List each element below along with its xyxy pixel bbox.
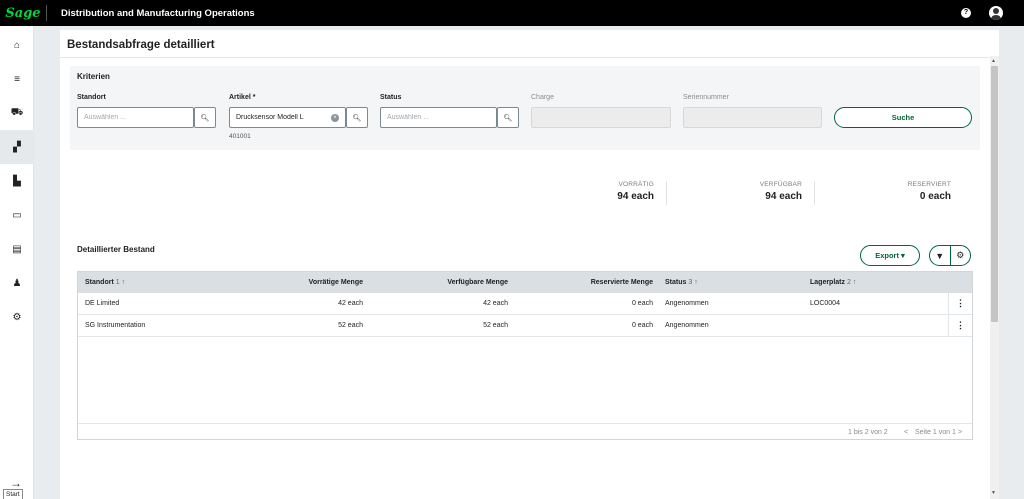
help-icon[interactable]: ? xyxy=(961,8,971,18)
stat-vorraetig: VORRÄTIG 94 each xyxy=(590,181,654,202)
column-header-reservierte-menge[interactable]: Reservierte Menge xyxy=(553,272,653,293)
stat-label: VERFÜGBAR xyxy=(759,181,802,188)
page-title: Bestandsabfrage detailliert xyxy=(67,39,215,51)
table-row[interactable]: SG Instrumentation 52 each 52 each 0 eac… xyxy=(78,315,972,337)
column-header-status[interactable]: Status 3 ↑ xyxy=(665,272,698,293)
start-tooltip: Start xyxy=(3,489,23,499)
chevron-left-icon[interactable]: < xyxy=(904,424,908,441)
charge-input xyxy=(531,107,671,128)
table-footer: 1 bis 2 von 2 < Seite 1 von 1 > xyxy=(78,423,972,440)
row-menu-icon[interactable]: ⋮ xyxy=(948,293,972,314)
lookup-icon: 🔍︎ xyxy=(352,114,362,122)
stat-value: 94 each xyxy=(617,191,654,202)
export-button[interactable]: Export ▾ xyxy=(860,245,920,266)
stat-divider xyxy=(666,181,667,205)
column-header-verfuegbare-menge[interactable]: Verfügbare Menge xyxy=(408,272,508,293)
stat-reserviert: RESERVIERT 0 each xyxy=(890,181,951,202)
cell-verfuegbar: 42 each xyxy=(483,300,508,307)
stat-value: 0 each xyxy=(919,191,951,202)
lookup-icon: 🔍︎ xyxy=(503,114,513,122)
status-field-wrap xyxy=(380,107,497,128)
cart-icon[interactable]: ⛟ xyxy=(0,96,34,130)
main-page: Bestandsabfrage detailliert Kriterien St… xyxy=(60,30,999,499)
cell-vorraetig: 52 each xyxy=(338,322,363,329)
user-avatar-icon[interactable] xyxy=(989,6,1003,20)
artikel-field-wrap: × xyxy=(229,107,346,128)
contact-card-icon[interactable]: ▤ xyxy=(0,232,34,266)
stat-label: VORRÄTIG xyxy=(618,181,654,188)
artikel-lookup-button[interactable]: 🔍︎ xyxy=(346,107,368,128)
scroll-down-icon[interactable]: ▼ xyxy=(991,490,996,496)
factory-icon[interactable]: ▙ xyxy=(0,164,34,198)
seriennummer-input xyxy=(683,107,822,128)
chevron-right-icon[interactable]: > xyxy=(958,424,962,441)
stat-value: 94 each xyxy=(765,191,802,202)
menu-icon[interactable]: ≡ xyxy=(0,62,34,96)
column-header-vorraetige-menge[interactable]: Vorrätige Menge xyxy=(273,272,363,293)
cell-verfuegbar: 52 each xyxy=(483,322,508,329)
standort-lookup-button[interactable]: 🔍︎ xyxy=(194,107,216,128)
home-icon[interactable]: ⌂ xyxy=(0,28,34,62)
stat-divider xyxy=(814,181,815,205)
lookup-icon: 🔍︎ xyxy=(200,114,210,122)
pagination-range: 1 bis 2 von 2 xyxy=(848,429,888,436)
charge-label: Charge xyxy=(531,94,554,101)
standort-field-wrap xyxy=(77,107,194,128)
header-divider xyxy=(46,5,47,21)
settings-icon[interactable]: ⚙ xyxy=(0,300,34,334)
cell-standort: DE Limited xyxy=(85,300,120,307)
cell-reserviert: 0 each xyxy=(631,300,653,307)
grid-tools: ▼ ⚙ xyxy=(929,245,971,266)
app-title: Distribution and Manufacturing Operation… xyxy=(61,7,255,19)
search-button[interactable]: Suche xyxy=(834,107,972,128)
artikel-number: 401001 xyxy=(229,133,251,140)
cell-lagerplatz: LOC0004 xyxy=(810,300,840,307)
criteria-panel: Kriterien Standort 🔍︎ Artikel * × 🔍︎ 401… xyxy=(70,66,980,150)
seriennummer-label: Seriennummer xyxy=(683,94,729,101)
start-arrow-icon[interactable]: → xyxy=(10,476,22,490)
inventory-table: Standort 1 ↑ Vorrätige Menge Verfügbare … xyxy=(77,271,973,440)
standort-label: Standort xyxy=(77,94,106,101)
detail-title: Detaillierter Bestand xyxy=(77,245,155,254)
stat-label: RESERVIERT xyxy=(907,181,951,188)
cell-status: Angenommen xyxy=(665,322,709,329)
top-bar: Sage Distribution and Manufacturing Oper… xyxy=(0,0,1024,26)
stat-verfuegbar: VERFÜGBAR 94 each xyxy=(740,181,802,202)
cell-standort: SG Instrumentation xyxy=(85,322,146,329)
clear-icon[interactable]: × xyxy=(331,114,339,122)
status-lookup-button[interactable]: 🔍︎ xyxy=(497,107,519,128)
settings-icon[interactable]: ⚙ xyxy=(949,246,971,265)
standort-input[interactable] xyxy=(78,108,193,127)
cell-vorraetig: 42 each xyxy=(338,300,363,307)
people-icon[interactable]: ♟ xyxy=(0,266,34,300)
scroll-up-icon[interactable]: ▲ xyxy=(991,58,996,64)
criteria-title: Kriterien xyxy=(77,72,110,81)
status-label: Status xyxy=(380,94,402,101)
artikel-input[interactable] xyxy=(230,108,345,127)
sage-logo[interactable]: Sage xyxy=(0,6,46,21)
cell-status: Angenommen xyxy=(665,300,709,307)
scrollbar-thumb[interactable] xyxy=(991,66,998,322)
sidebar: ⌂ ≡ ⛟ ▞ ▙ ▭ ▤ ♟ ⚙ → Start xyxy=(0,26,34,499)
filter-icon[interactable]: ▼ xyxy=(930,246,950,265)
export-label: Export xyxy=(875,251,899,260)
artikel-label: Artikel * xyxy=(229,94,256,101)
status-input[interactable] xyxy=(381,108,496,127)
cell-reserviert: 0 each xyxy=(631,322,653,329)
table-row[interactable]: DE Limited 42 each 42 each 0 each Angeno… xyxy=(78,293,972,315)
column-header-lagerplatz[interactable]: Lagerplatz 2 ↑ xyxy=(810,272,856,293)
chevron-down-icon: ▾ xyxy=(901,251,905,260)
inventory-icon[interactable]: ▞ xyxy=(0,130,34,164)
table-header: Standort 1 ↑ Vorrätige Menge Verfügbare … xyxy=(78,272,972,293)
title-divider xyxy=(60,57,999,58)
pagination-page: Seite 1 von 1 xyxy=(915,429,956,436)
card-icon[interactable]: ▭ xyxy=(0,198,34,232)
column-header-standort[interactable]: Standort 1 ↑ xyxy=(85,272,125,293)
row-menu-icon[interactable]: ⋮ xyxy=(948,315,972,336)
